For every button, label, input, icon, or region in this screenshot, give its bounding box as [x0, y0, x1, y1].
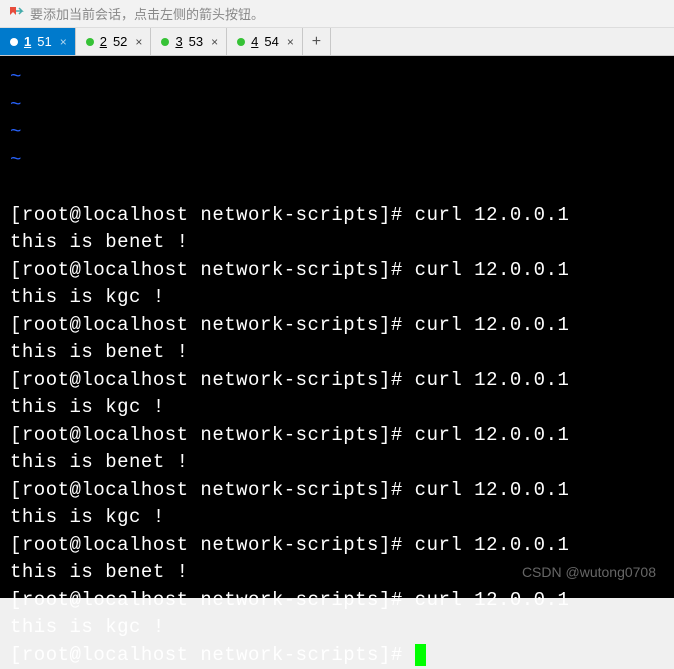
tab-52[interactable]: 2 52 ×: [76, 28, 152, 55]
close-icon[interactable]: ×: [209, 35, 220, 49]
output-line: this is benet !: [10, 229, 664, 257]
cursor: [415, 644, 426, 666]
tab-53[interactable]: 3 53 ×: [151, 28, 227, 55]
vim-tilde: ~: [10, 64, 664, 92]
tab-51[interactable]: 1 51 ×: [0, 28, 76, 55]
hint-bar: 要添加当前会话，点击左侧的箭头按钮。: [0, 0, 674, 28]
output-line: this is benet !: [10, 339, 664, 367]
hint-text: 要添加当前会话，点击左侧的箭头按钮。: [30, 4, 264, 23]
close-icon[interactable]: ×: [58, 35, 69, 49]
tab-label: 54: [264, 34, 278, 49]
vim-tilde: ~: [10, 92, 664, 120]
command-line: [root@localhost network-scripts]# curl 1…: [10, 257, 664, 285]
tab-54[interactable]: 4 54 ×: [227, 28, 303, 55]
terminal[interactable]: ~~~~ [root@localhost network-scripts]# c…: [0, 56, 674, 598]
status-dot-icon: [86, 38, 94, 46]
vim-tilde: ~: [10, 147, 664, 175]
vim-tilde: ~: [10, 119, 664, 147]
command-line: [root@localhost network-scripts]# curl 1…: [10, 367, 664, 395]
command-line: [root@localhost network-scripts]# curl 1…: [10, 202, 664, 230]
command-line: [root@localhost network-scripts]# curl 1…: [10, 312, 664, 340]
status-dot-icon: [237, 38, 245, 46]
output-line: this is kgc !: [10, 394, 664, 422]
close-icon[interactable]: ×: [285, 35, 296, 49]
tab-number: 4: [251, 34, 258, 49]
tab-number: 3: [175, 34, 182, 49]
tab-label: 51: [37, 34, 51, 49]
tab-number: 2: [100, 34, 107, 49]
prompt-line: [root@localhost network-scripts]#: [10, 642, 664, 669]
command-line: [root@localhost network-scripts]# curl 1…: [10, 587, 664, 615]
tab-bar: 1 51 × 2 52 × 3 53 × 4 54 × +: [0, 28, 674, 56]
bookmark-arrow-icon: [8, 6, 24, 22]
output-line: this is kgc !: [10, 504, 664, 532]
status-dot-icon: [161, 38, 169, 46]
tab-number: 1: [24, 34, 31, 49]
output-line: this is kgc !: [10, 614, 664, 642]
add-tab-button[interactable]: +: [303, 28, 331, 55]
blank-line: [10, 174, 664, 202]
command-line: [root@localhost network-scripts]# curl 1…: [10, 422, 664, 450]
output-line: this is benet !: [10, 449, 664, 477]
close-icon[interactable]: ×: [133, 35, 144, 49]
tab-label: 53: [189, 34, 203, 49]
tab-label: 52: [113, 34, 127, 49]
command-line: [root@localhost network-scripts]# curl 1…: [10, 477, 664, 505]
command-line: [root@localhost network-scripts]# curl 1…: [10, 532, 664, 560]
status-dot-icon: [10, 38, 18, 46]
output-line: this is kgc !: [10, 284, 664, 312]
watermark: CSDN @wutong0708: [522, 559, 656, 587]
